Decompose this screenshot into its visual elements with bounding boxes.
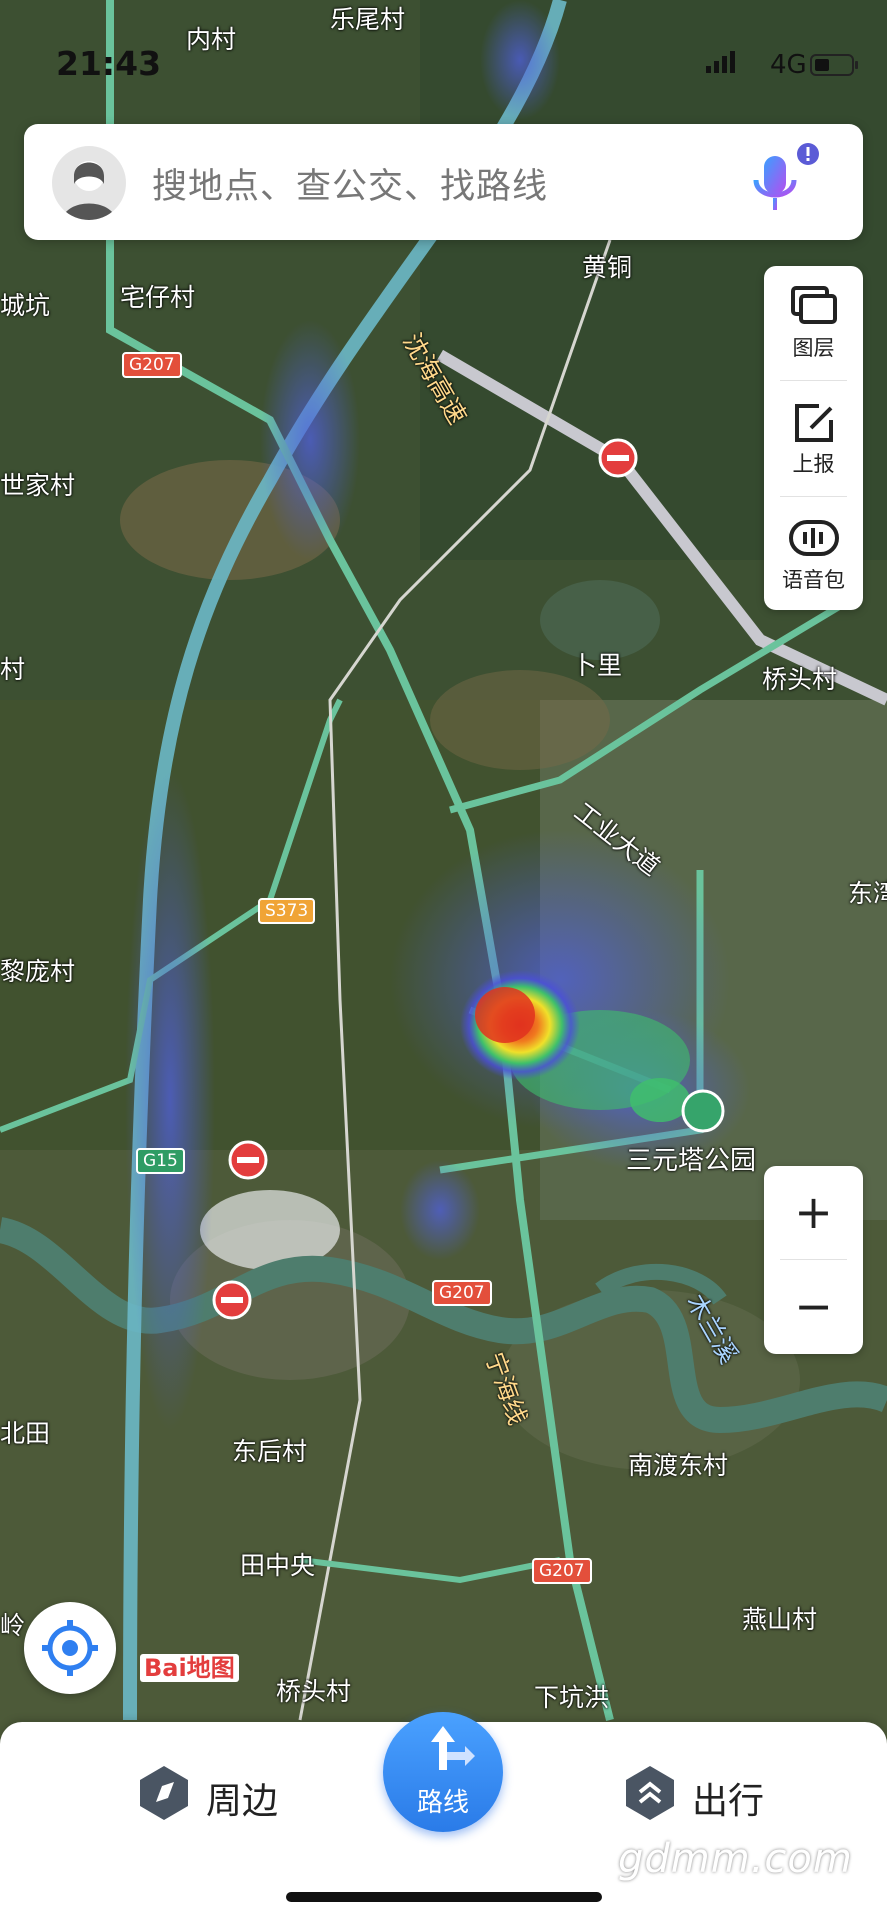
watermark: gdmm.com	[618, 1836, 853, 1882]
locate-button[interactable]	[24, 1602, 116, 1694]
map-label: 黄铜	[582, 253, 633, 282]
network-type: 4G	[770, 50, 807, 80]
road-shield: S373	[258, 898, 316, 924]
map-tools-panel: 图层 上报 语音包	[764, 266, 863, 610]
home-indicator[interactable]	[286, 1892, 602, 1902]
zoom-in-button[interactable]: +	[764, 1166, 863, 1259]
map-label: 燕山村	[742, 1605, 818, 1634]
road-shield: G207	[122, 352, 182, 378]
report-button[interactable]: 上报	[764, 382, 863, 494]
status-time: 21:43	[56, 44, 162, 83]
no-entry-marker[interactable]	[228, 1140, 268, 1180]
crosshair-icon	[42, 1620, 98, 1676]
voice-pack-icon	[789, 520, 839, 556]
voice-pack-label: 语音包	[782, 568, 845, 592]
search-input[interactable]: 搜地点、查公交、找路线	[152, 158, 548, 209]
travel-icon	[626, 1766, 674, 1820]
voice-pack-button[interactable]: 语音包	[764, 498, 863, 610]
map-label: 东湾	[848, 879, 887, 908]
travel-label: 出行	[692, 1781, 765, 1822]
zoom-control: + −	[764, 1166, 863, 1354]
edit-report-icon	[795, 404, 833, 442]
no-entry-marker[interactable]	[598, 438, 638, 478]
park-marker[interactable]	[681, 1089, 725, 1133]
nearby-label: 周边	[206, 1781, 279, 1822]
map-label: 卜里	[572, 651, 623, 680]
user-avatar-icon	[62, 161, 116, 220]
baidu-map-logo: Bai地图	[140, 1648, 239, 1683]
layers-icon	[791, 286, 837, 324]
layers-label: 图层	[792, 336, 835, 360]
map-label: 宅仔村	[120, 283, 196, 312]
map-label: 村	[0, 655, 26, 684]
battery-icon	[810, 54, 858, 76]
map-label: 乐尾村	[330, 5, 406, 34]
road-shield: G207	[532, 1558, 592, 1584]
road-shield: G207	[432, 1280, 492, 1306]
map-label: 世家村	[0, 471, 76, 500]
search-bar[interactable]: 搜地点、查公交、找路线	[24, 124, 863, 240]
travel-button[interactable]: 出行	[622, 1762, 764, 1832]
signal-icon	[706, 51, 735, 73]
compass-icon	[140, 1766, 188, 1820]
map-label: 南渡东村	[628, 1451, 729, 1480]
map-label: 东后村	[232, 1437, 308, 1466]
map-label: 城坑	[0, 291, 51, 320]
status-bar: 21:43 4G	[0, 40, 887, 90]
route-arrow-icon	[431, 1726, 475, 1770]
report-label: 上报	[792, 452, 835, 476]
map-label: 黎庞村	[0, 957, 76, 986]
route-label: 路线	[416, 1788, 469, 1818]
map-label[interactable]: 三元塔公园	[626, 1140, 756, 1177]
map-label: 下坑洪	[534, 1683, 610, 1712]
route-button[interactable]: 路线	[383, 1712, 503, 1832]
map-label: 岭	[0, 1611, 26, 1640]
road-shield: G15	[136, 1148, 185, 1174]
microphone-icon[interactable]	[744, 142, 824, 228]
no-entry-marker[interactable]	[212, 1280, 252, 1320]
map-label: 北田	[0, 1419, 51, 1448]
nearby-button[interactable]: 周边	[136, 1762, 278, 1832]
map-label: 桥头村	[762, 665, 838, 694]
map-label: 桥头村	[276, 1677, 352, 1706]
avatar[interactable]	[52, 146, 126, 220]
layers-button[interactable]: 图层	[764, 266, 863, 378]
zoom-out-button[interactable]: −	[764, 1260, 863, 1353]
map-label: 田中央	[240, 1551, 316, 1580]
